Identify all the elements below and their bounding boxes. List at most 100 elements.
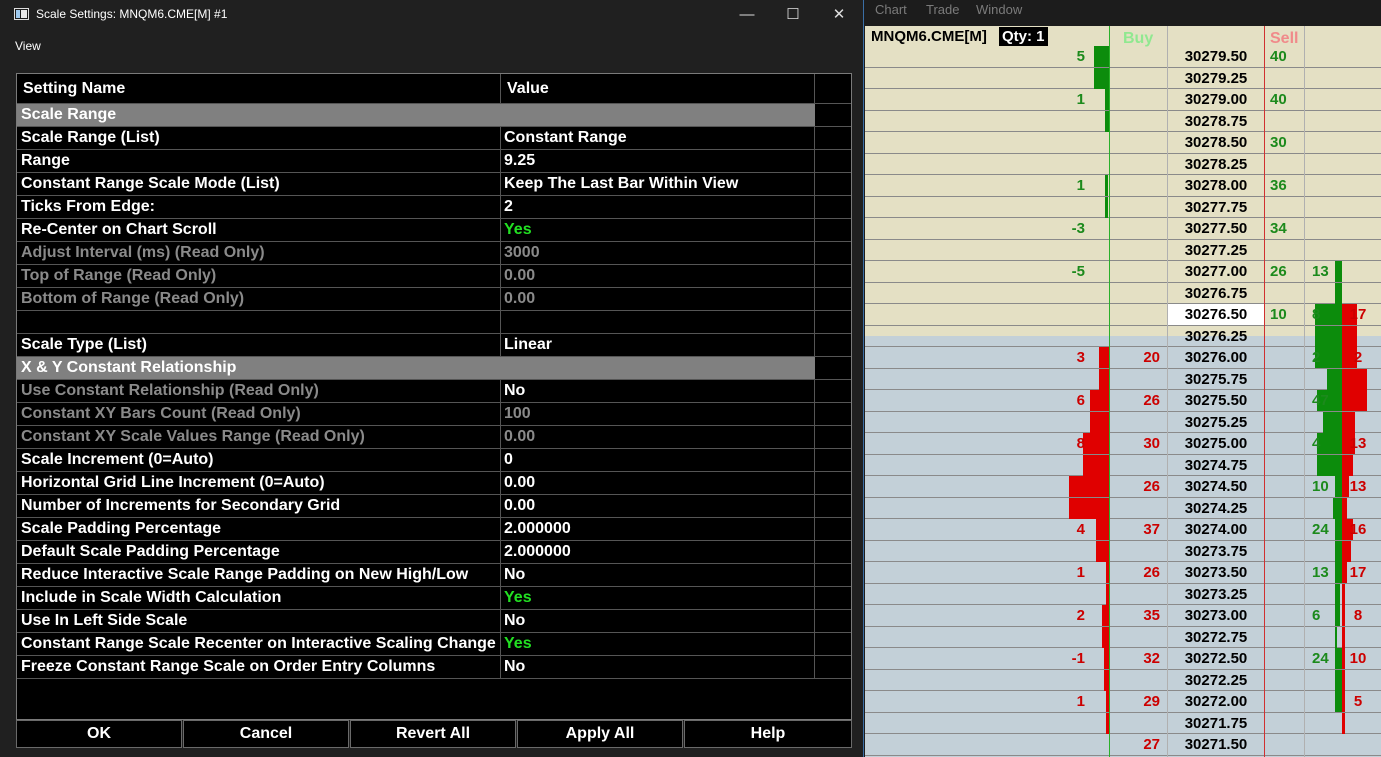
setting-value[interactable]: 0 (501, 449, 815, 471)
setting-value[interactable]: Linear (501, 334, 815, 356)
price-cell[interactable]: 30273.25 (1168, 584, 1264, 605)
setting-value: 0.00 (501, 288, 815, 310)
settings-row[interactable]: Re-Center on Chart Scroll Yes (17, 219, 851, 242)
price-cell[interactable]: 30278.25 (1168, 154, 1264, 175)
price-cell[interactable]: 30276.00 (1168, 347, 1264, 368)
settings-row[interactable]: Include in Scale Width Calculation Yes (17, 587, 851, 610)
price-cell[interactable]: 30274.50 (1168, 476, 1264, 497)
apply-all-button[interactable]: Apply All (517, 720, 683, 748)
price-cell[interactable]: 30276.25 (1168, 326, 1264, 347)
settings-row[interactable]: Number of Increments for Secondary Grid 0… (17, 495, 851, 518)
volume-bar (1317, 454, 1342, 476)
setting-value[interactable]: 2.000000 (501, 541, 815, 563)
setting-value[interactable]: No (501, 610, 815, 632)
sell-volume: 17 (1349, 306, 1367, 323)
price-cell[interactable]: 30271.50 (1168, 734, 1264, 755)
setting-value[interactable]: No (501, 656, 815, 678)
settings-row[interactable]: Scale Padding Percentage 2.000000 (17, 518, 851, 541)
price-cell[interactable]: 30272.00 (1168, 691, 1264, 712)
header-setting-name[interactable]: Setting Name (17, 74, 501, 103)
ok-button[interactable]: OK (16, 720, 182, 748)
price-cell[interactable]: 30278.00 (1168, 175, 1264, 196)
price-cell[interactable]: 30276.75 (1168, 283, 1264, 304)
price-cell[interactable]: 30273.75 (1168, 541, 1264, 562)
help-button[interactable]: Help (684, 720, 852, 748)
price-cell[interactable]: 30278.50 (1168, 132, 1264, 153)
menu-trade[interactable]: Trade (926, 2, 959, 17)
price-cell[interactable]: 30272.75 (1168, 627, 1264, 648)
price-cell[interactable]: 30273.00 (1168, 605, 1264, 626)
settings-row[interactable]: Scale Type (List) Linear (17, 334, 851, 357)
settings-row[interactable]: Constant Range Scale Recenter on Interac… (17, 633, 851, 656)
price-cell[interactable]: 30274.00 (1168, 519, 1264, 540)
settings-section-row: X & Y Constant Relationship (17, 357, 851, 380)
price-cell[interactable]: 30279.00 (1168, 89, 1264, 110)
price-cell[interactable]: 30272.25 (1168, 670, 1264, 691)
settings-row[interactable]: Top of Range (Read Only) 0.00 (17, 265, 851, 288)
setting-extra (815, 219, 851, 241)
menu-view[interactable]: View (15, 39, 41, 53)
settings-row[interactable]: Scale Increment (0=Auto) 0 (17, 449, 851, 472)
setting-value[interactable]: Yes (501, 587, 815, 609)
quantity-label[interactable]: Qty: 1 (999, 27, 1048, 46)
price-cell[interactable]: 30273.50 (1168, 562, 1264, 583)
price-cell[interactable]: 30279.25 (1168, 68, 1264, 89)
settings-row[interactable]: Range 9.25 (17, 150, 851, 173)
setting-value[interactable]: Yes (501, 633, 815, 655)
menu-chart[interactable]: Chart (875, 2, 907, 17)
bid-volume: 26 (1143, 478, 1160, 495)
settings-row[interactable]: Constant XY Bars Count (Read Only) 100 (17, 403, 851, 426)
setting-value[interactable]: Constant Range (501, 127, 815, 149)
settings-row[interactable]: Constant Range Scale Mode (List) Keep The… (17, 173, 851, 196)
price-cell[interactable]: 30279.50 (1168, 46, 1264, 67)
setting-value[interactable]: Keep The Last Bar Within View (501, 173, 815, 195)
setting-value[interactable] (501, 311, 815, 333)
menu-window[interactable]: Window (976, 2, 1022, 17)
title-bar[interactable]: Scale Settings: MNQM6.CME[M] #1 — ☐ ✕ (0, 0, 863, 30)
price-cell[interactable]: 30275.50 (1168, 390, 1264, 411)
price-cell[interactable]: 30275.75 (1168, 369, 1264, 390)
setting-value[interactable]: 0.00 (501, 472, 815, 494)
settings-row[interactable]: Bottom of Range (Read Only) 0.00 (17, 288, 851, 311)
setting-value[interactable]: 2 (501, 196, 815, 218)
header-value[interactable]: Value (501, 74, 815, 103)
price-cell[interactable]: 30275.25 (1168, 412, 1264, 433)
settings-row[interactable]: Use In Left Side Scale No (17, 610, 851, 633)
settings-row[interactable]: Default Scale Padding Percentage 2.000000 (17, 541, 851, 564)
price-cell[interactable]: 30278.75 (1168, 111, 1264, 132)
setting-value[interactable]: 0.00 (501, 495, 815, 517)
price-ladder[interactable]: 5 30279.50 40 30279.25 1 30279.00 40 30278.75 30… (865, 26, 1381, 757)
price-cell[interactable]: 30274.25 (1168, 498, 1264, 519)
settings-row[interactable] (17, 311, 851, 334)
setting-extra (815, 403, 851, 425)
minimize-button[interactable]: — (724, 0, 770, 30)
setting-value[interactable]: 2.000000 (501, 518, 815, 540)
revert-all-button[interactable]: Revert All (350, 720, 516, 748)
close-button[interactable]: ✕ (816, 0, 862, 30)
setting-value[interactable]: Yes (501, 219, 815, 241)
price-cell[interactable]: 30274.75 (1168, 455, 1264, 476)
settings-row[interactable]: Adjust Interval (ms) (Read Only) 3000 (17, 242, 851, 265)
price-cell[interactable]: 30272.50 (1168, 648, 1264, 669)
price-cell[interactable]: 30276.50 (1168, 304, 1264, 325)
settings-row[interactable]: Reduce Interactive Scale Range Padding o… (17, 564, 851, 587)
volume-bar (1342, 454, 1353, 476)
settings-row[interactable]: Ticks From Edge: 2 (17, 196, 851, 219)
settings-row[interactable]: Constant XY Scale Values Range (Read Onl… (17, 426, 851, 449)
setting-extra (815, 656, 851, 678)
price-cell[interactable]: 30277.50 (1168, 218, 1264, 239)
setting-value[interactable]: 9.25 (501, 150, 815, 172)
price-cell[interactable]: 30277.75 (1168, 197, 1264, 218)
settings-row[interactable]: Horizontal Grid Line Increment (0=Auto) 0… (17, 472, 851, 495)
price-cell[interactable]: 30275.00 (1168, 433, 1264, 454)
cancel-button[interactable]: Cancel (183, 720, 349, 748)
price-cell[interactable]: 30271.75 (1168, 713, 1264, 734)
settings-row[interactable]: Scale Range (List) Constant Range (17, 127, 851, 150)
maximize-button[interactable]: ☐ (770, 0, 816, 30)
volume-bar (1102, 605, 1109, 626)
settings-row[interactable]: Freeze Constant Range Scale on Order Ent… (17, 656, 851, 679)
settings-row[interactable]: Use Constant Relationship (Read Only) No (17, 380, 851, 403)
setting-value[interactable]: No (501, 564, 815, 586)
price-cell[interactable]: 30277.00 (1168, 261, 1264, 282)
price-cell[interactable]: 30277.25 (1168, 240, 1264, 261)
